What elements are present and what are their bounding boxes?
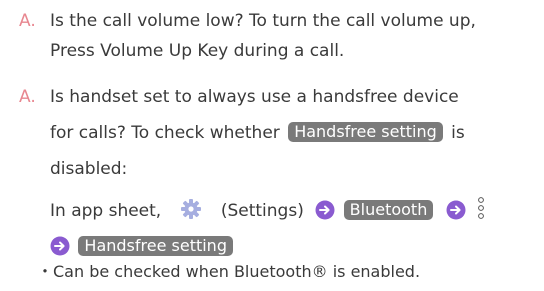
answer-marker: A. [19, 11, 36, 31]
arrow-right-icon [315, 200, 335, 230]
answer-text: Is the call volume low? To turn the call… [50, 6, 539, 66]
answer-2: A. Is handset set to always use a handsf… [19, 82, 539, 266]
more-vertical-icon [477, 196, 485, 230]
answer-line: for calls? To check whether Handsfree se… [50, 118, 539, 148]
answer-1: A. Is the call volume low? To turn the c… [19, 6, 539, 66]
answer-text: Is handset set to always use a handsfree… [50, 82, 539, 266]
document: A. Is the call volume low? To turn the c… [0, 0, 544, 291]
answer-line: Is handset set to always use a handsfree… [50, 87, 459, 107]
answer-line: Press Volume Up Key during a call. [50, 41, 345, 61]
answer-line: Is the call volume low? To turn the call… [50, 11, 476, 31]
steps-line: In app sheet, (Settings) Bluetooth [50, 196, 539, 230]
bluetooth-tag: Bluetooth [343, 200, 434, 220]
note: ・Can be checked when Bluetooth® is enabl… [37, 262, 421, 281]
answer-text-fragment: is [451, 123, 465, 143]
settings-label: (Settings) [220, 201, 304, 221]
handsfree-setting-tag: Handsfree setting [78, 236, 233, 256]
answer-text-fragment: for calls? To check whether [50, 123, 280, 143]
answer-line: disabled: [50, 159, 128, 179]
arrow-right-icon [446, 200, 466, 230]
gear-icon [180, 198, 202, 230]
answer-marker: A. [19, 87, 36, 107]
steps-prefix: In app sheet, [50, 201, 162, 221]
handsfree-setting-tag: Handsfree setting [288, 122, 443, 142]
